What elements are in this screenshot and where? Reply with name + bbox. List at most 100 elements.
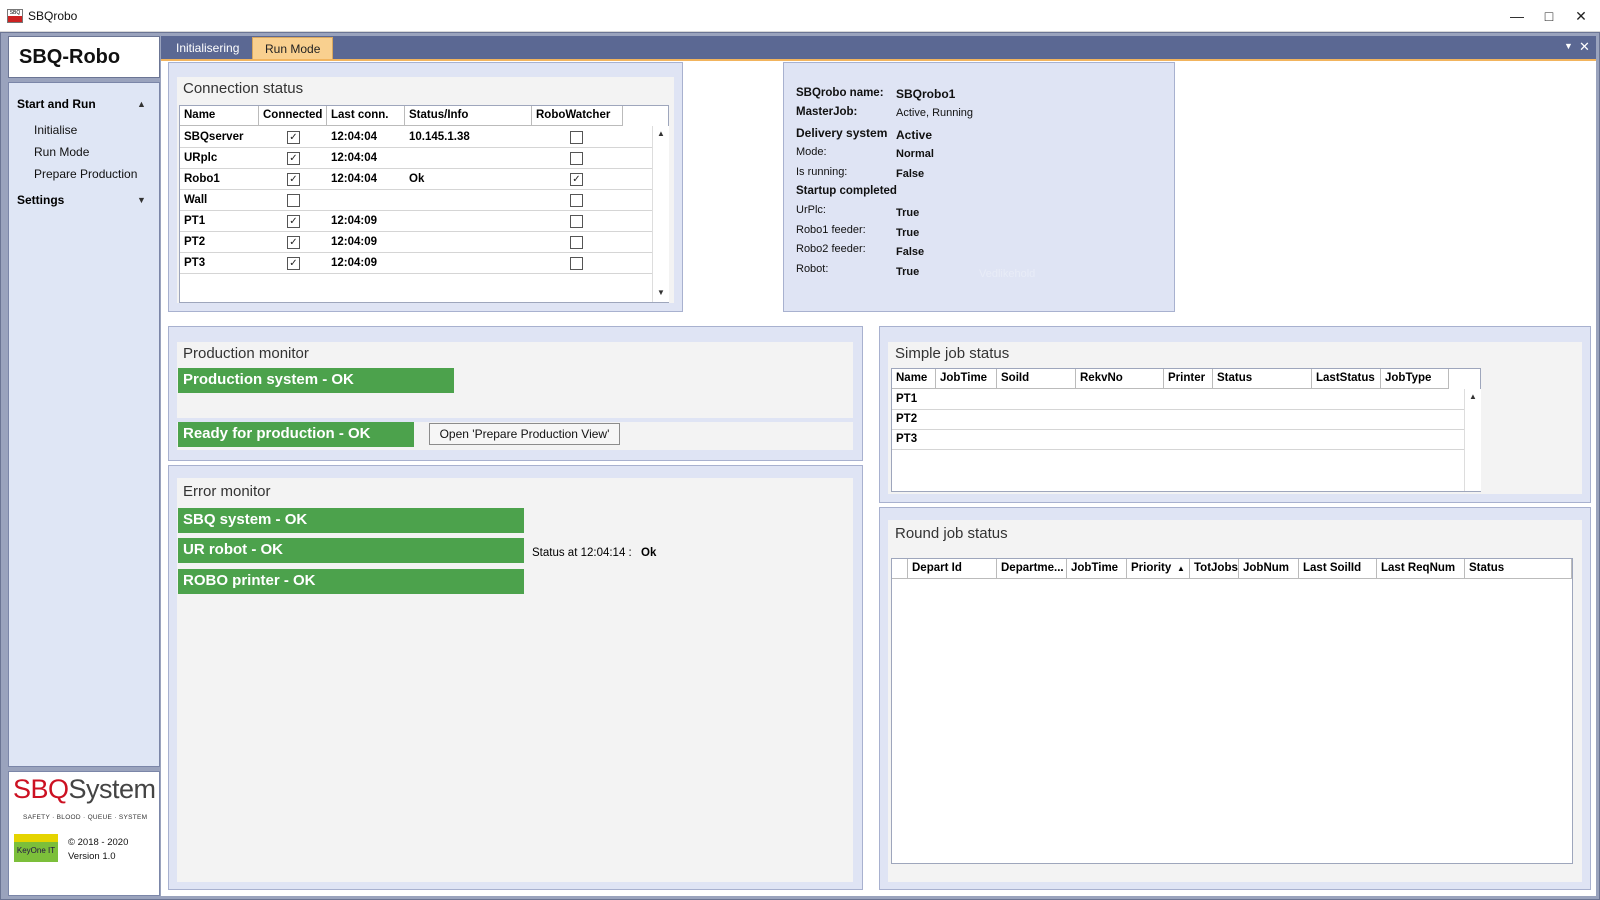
nav-panel: Start and Run ▲ Initialise Run Mode Prep…: [8, 82, 160, 767]
table-row[interactable]: PT3 ✓ 12:04:09: [180, 253, 652, 274]
robowatcher-checkbox[interactable]: [570, 131, 583, 144]
table-row[interactable]: Wall: [180, 190, 652, 211]
robo-printer-status: ROBO printer - OK: [178, 569, 524, 594]
keyone-logo: KeyOne IT: [14, 834, 58, 862]
col-header[interactable]: Depart Id: [908, 559, 997, 579]
table-row[interactable]: Robo1 ✓ 12:04:04 Ok ✓: [180, 169, 652, 190]
table-row[interactable]: PT3: [892, 429, 1464, 450]
row-header-corner: [892, 559, 908, 579]
ur-robot-status: UR robot - OK: [178, 538, 524, 563]
connected-checkbox[interactable]: ✓: [287, 173, 300, 186]
col-header[interactable]: JobTime: [936, 369, 997, 389]
scroll-up-icon[interactable]: ▲: [657, 129, 665, 138]
col-header[interactable]: Name: [180, 106, 259, 126]
col-header[interactable]: LastStatus: [1312, 369, 1381, 389]
connection-status-title: Connection status: [183, 80, 304, 97]
brand-header: SBQ-Robo: [8, 36, 160, 78]
simple-job-status-panel: Simple job status Name JobTime SoiId Rek…: [879, 326, 1591, 503]
tab-dropdown-icon[interactable]: ▼: [1564, 41, 1573, 51]
sbqsystem-logo: SBQSystem: [13, 774, 156, 804]
sbq-system-status: SBQ system - OK: [178, 508, 524, 533]
simple-job-grid[interactable]: Name JobTime SoiId RekvNo Printer Status…: [891, 368, 1481, 492]
connected-checkbox[interactable]: [287, 194, 300, 207]
robowatcher-checkbox[interactable]: [570, 152, 583, 165]
robowatcher-checkbox[interactable]: [570, 236, 583, 249]
robo-info-panel: SBQrobo name: SBQrobo1 MasterJob: Active…: [783, 62, 1175, 312]
grid-scrollbar[interactable]: ▲ ▼: [652, 126, 669, 302]
expand-caret-icon[interactable]: ▼: [137, 195, 146, 205]
logo-tagline: SAFETY · BLOOD · QUEUE · SYSTEM: [23, 814, 148, 821]
robowatcher-checkbox[interactable]: ✓: [570, 173, 583, 186]
production-monitor-panel: Production monitor Production system - O…: [168, 326, 863, 461]
col-header[interactable]: SoiId: [997, 369, 1076, 389]
robo1-feeder-value: True: [896, 227, 920, 239]
col-header[interactable]: Last conn.: [327, 106, 405, 126]
col-header[interactable]: RoboWatcher: [532, 106, 623, 126]
col-header[interactable]: Connected: [259, 106, 327, 126]
col-header[interactable]: Last SoilId: [1299, 559, 1377, 579]
nav-item-initialise[interactable]: Initialise: [34, 123, 77, 137]
nav-group-start-and-run[interactable]: Start and Run: [17, 97, 96, 111]
round-job-status-title: Round job status: [895, 525, 1008, 542]
brand-title: SBQ-Robo: [19, 46, 121, 68]
tab-close-icon[interactable]: ✕: [1579, 39, 1590, 55]
robowatcher-checkbox[interactable]: [570, 257, 583, 270]
col-header[interactable]: Status: [1465, 559, 1572, 579]
col-header[interactable]: Status/Info: [405, 106, 532, 126]
robowatcher-checkbox[interactable]: [570, 215, 583, 228]
copyright-info: © 2018 - 2020 Version 1.0: [68, 837, 129, 862]
mode-value: Normal: [896, 148, 934, 160]
close-button[interactable]: ✕: [1564, 4, 1598, 28]
col-header[interactable]: Printer: [1164, 369, 1213, 389]
nav-group-settings[interactable]: Settings: [17, 193, 64, 207]
col-header[interactable]: RekvNo: [1076, 369, 1164, 389]
col-header[interactable]: JobTime: [1067, 559, 1127, 579]
col-header[interactable]: Name: [892, 369, 936, 389]
window-title: SBQrobo: [28, 9, 78, 23]
table-row[interactable]: SBQserver ✓ 12:04:04 10.145.1.38: [180, 127, 652, 148]
round-job-status-panel: Round job status Depart Id Departme... J…: [879, 507, 1591, 890]
col-header[interactable]: Last ReqNum: [1377, 559, 1465, 579]
ready-status: Ready for production - OK: [178, 422, 414, 447]
urplc-value: True: [896, 207, 920, 219]
logo-panel: SBQSystem SAFETY · BLOOD · QUEUE · SYSTE…: [8, 771, 160, 896]
grid-scrollbar[interactable]: ▲: [1464, 389, 1481, 491]
connected-checkbox[interactable]: ✓: [287, 215, 300, 228]
maximize-button[interactable]: □: [1532, 4, 1566, 28]
table-row[interactable]: PT1: [892, 389, 1464, 410]
col-header[interactable]: TotJobs: [1190, 559, 1239, 579]
nav-item-prepare-production[interactable]: Prepare Production: [34, 167, 137, 181]
connected-checkbox[interactable]: ✓: [287, 236, 300, 249]
minimize-button[interactable]: —: [1500, 4, 1534, 28]
tab-initialisering[interactable]: Initialisering: [164, 37, 251, 60]
col-header[interactable]: Status: [1213, 369, 1312, 389]
connected-checkbox[interactable]: ✓: [287, 131, 300, 144]
scroll-up-icon[interactable]: ▲: [1469, 392, 1477, 401]
collapse-caret-icon[interactable]: ▲: [137, 99, 146, 109]
col-header-sorted[interactable]: Priority ▲: [1127, 559, 1190, 579]
status-time-label: Status at 12:04:14 :: [532, 547, 632, 559]
table-row[interactable]: PT1 ✓ 12:04:09: [180, 211, 652, 232]
round-job-grid[interactable]: Depart Id Departme... JobTime Priority ▲…: [891, 558, 1573, 864]
connection-status-panel: Connection status Name Connected Last co…: [168, 62, 683, 312]
tab-run-mode[interactable]: Run Mode: [252, 37, 334, 60]
col-header[interactable]: JobNum: [1239, 559, 1299, 579]
robowatcher-checkbox[interactable]: [570, 194, 583, 207]
open-prepare-production-button[interactable]: Open 'Prepare Production View': [429, 423, 620, 445]
connected-checkbox[interactable]: ✓: [287, 152, 300, 165]
delivery-value: Active: [896, 128, 933, 142]
scroll-down-icon[interactable]: ▼: [657, 288, 665, 297]
robo-name-value: SBQrobo1: [896, 87, 956, 101]
table-row[interactable]: URplc ✓ 12:04:04: [180, 148, 652, 169]
client-area: SBQ-Robo Start and Run ▲ Initialise Run …: [0, 32, 1600, 900]
connected-checkbox[interactable]: ✓: [287, 257, 300, 270]
masterjob-value: Active, Running: [896, 107, 974, 119]
connection-grid[interactable]: Name Connected Last conn. Status/Info Ro…: [179, 105, 669, 303]
production-system-status: Production system - OK: [178, 368, 454, 393]
error-monitor-title: Error monitor: [183, 483, 271, 500]
col-header[interactable]: JobType: [1381, 369, 1449, 389]
nav-item-run-mode[interactable]: Run Mode: [34, 145, 89, 159]
table-row[interactable]: PT2: [892, 409, 1464, 430]
table-row[interactable]: PT2 ✓ 12:04:09: [180, 232, 652, 253]
col-header[interactable]: Departme...: [997, 559, 1067, 579]
